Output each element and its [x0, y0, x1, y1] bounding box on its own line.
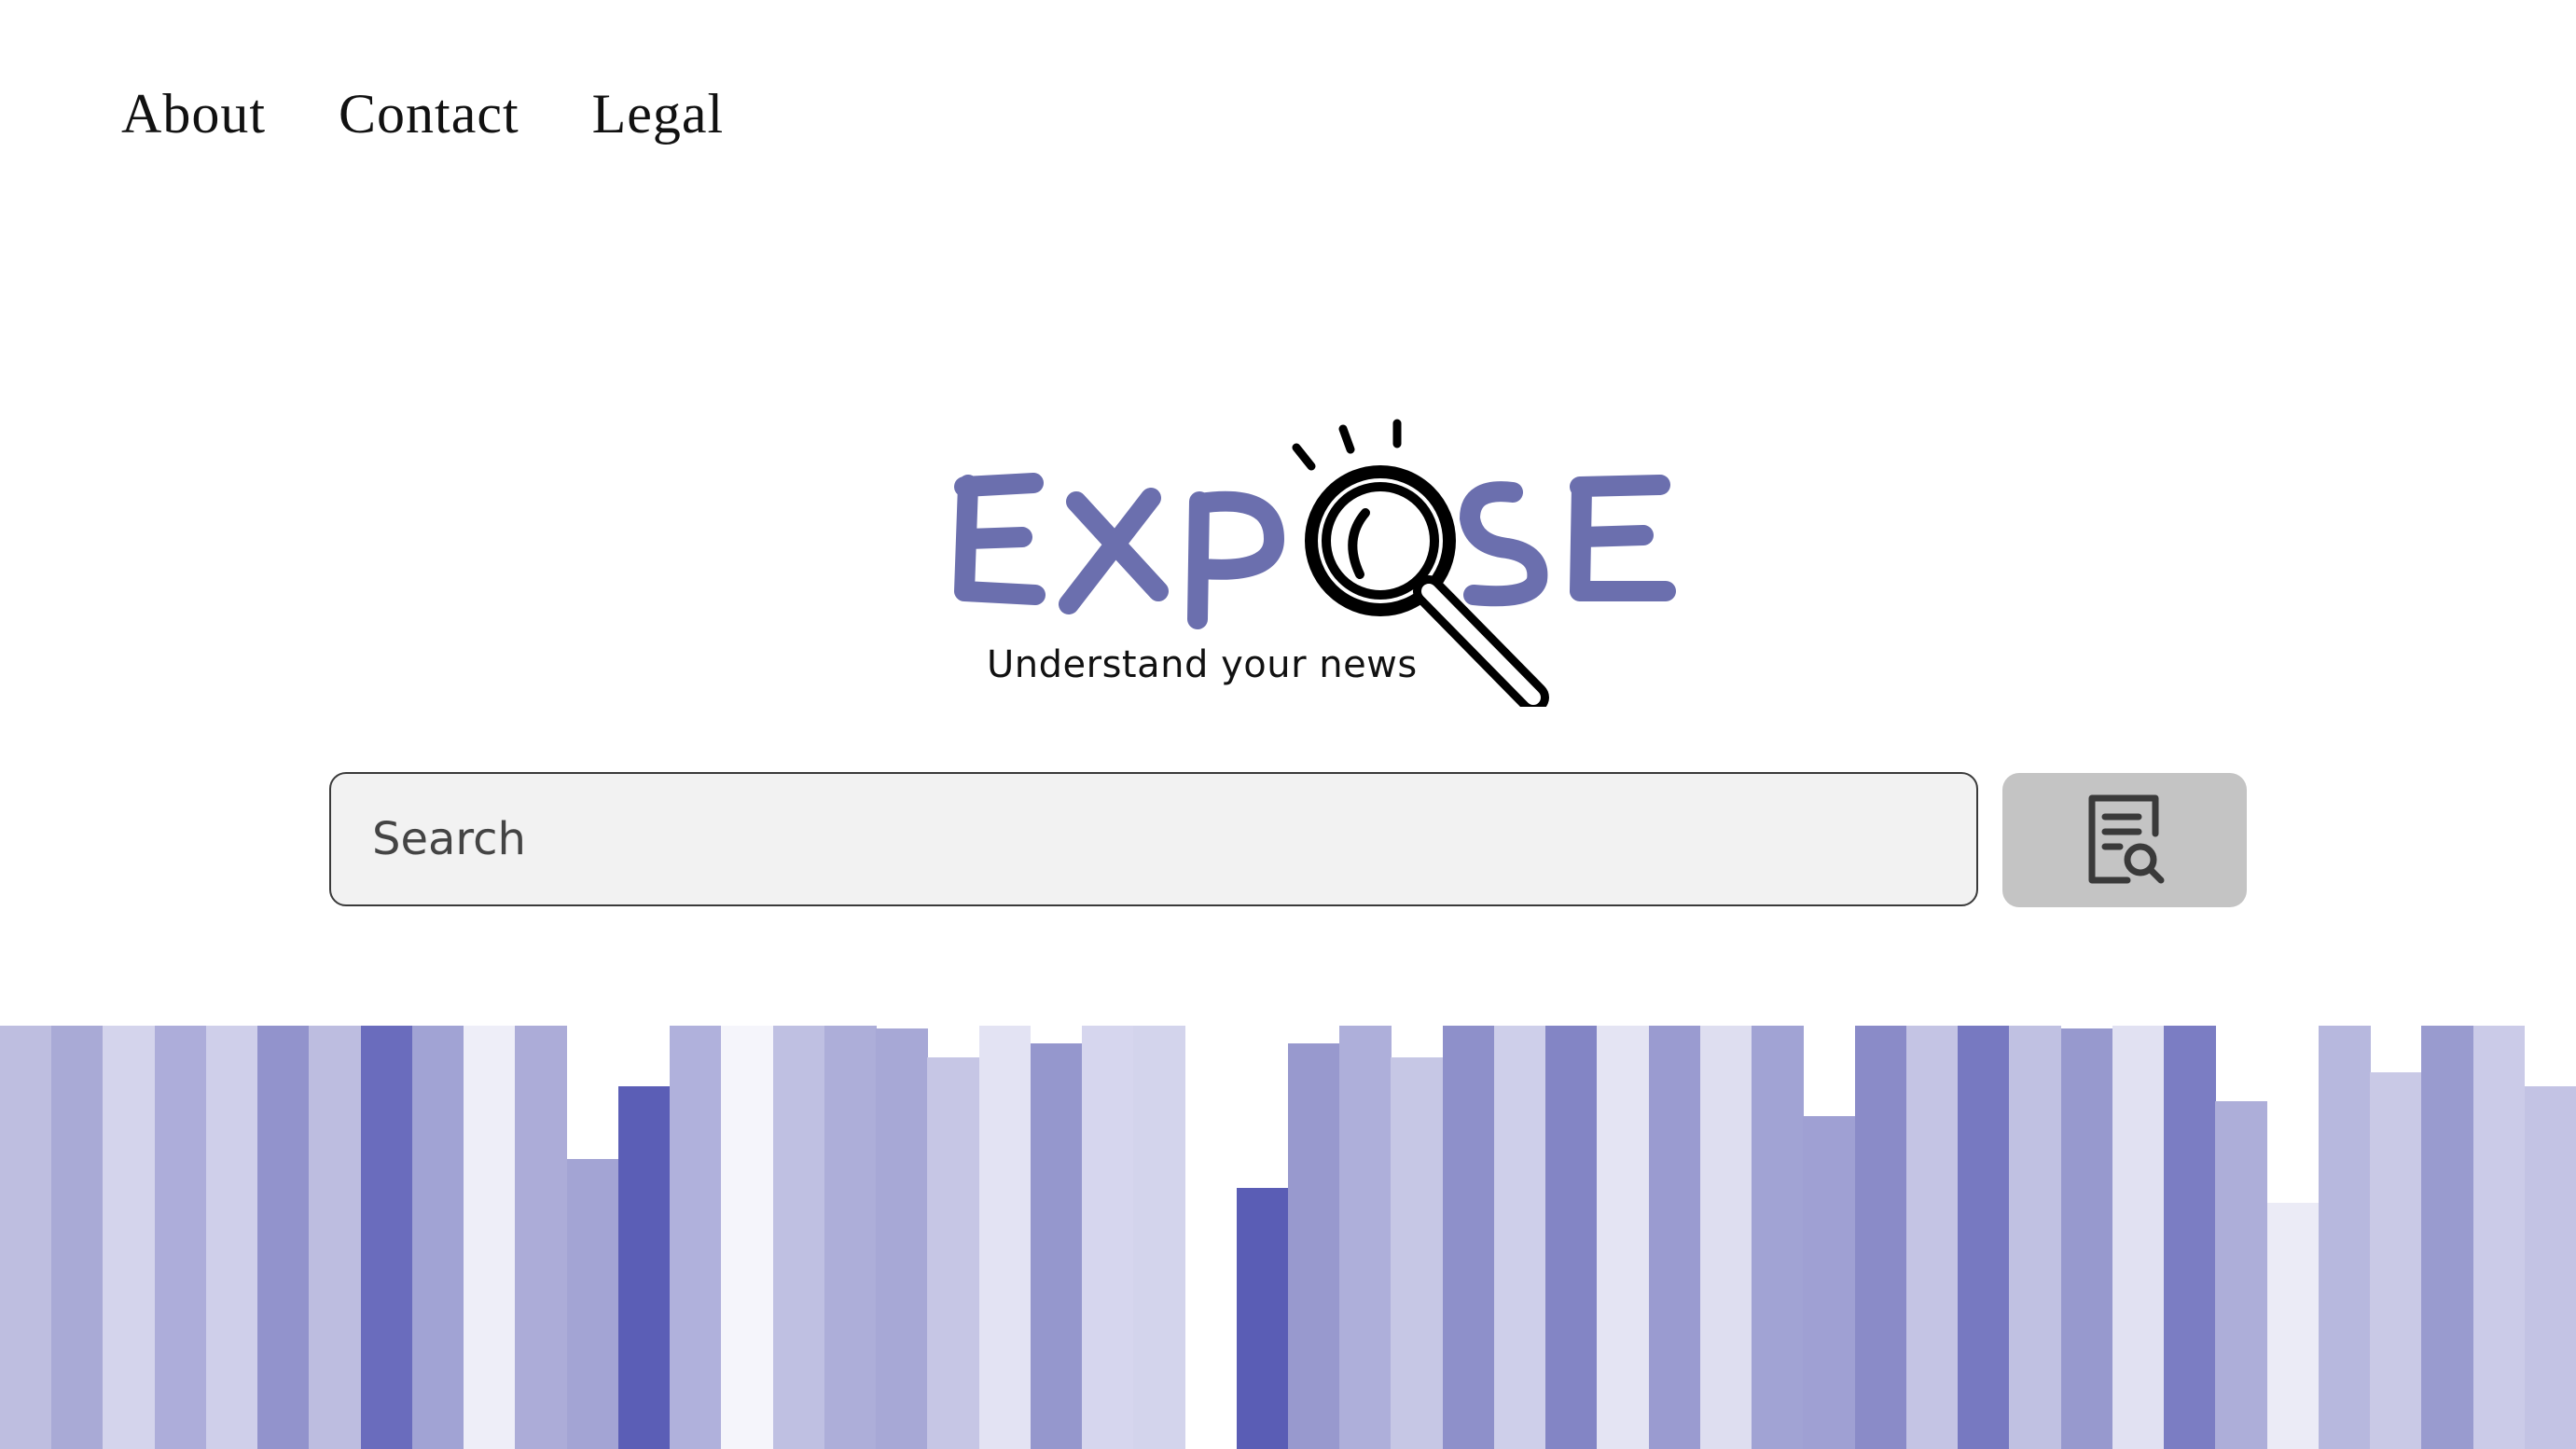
skyline-bar — [464, 1026, 516, 1449]
skyline-bar — [103, 1026, 156, 1449]
nav-link-legal[interactable]: Legal — [592, 86, 725, 142]
skyline-bar — [1133, 1026, 1185, 1449]
skyline-bar — [2421, 1026, 2473, 1449]
skyline-bar — [309, 1026, 362, 1449]
skyline-bar — [2370, 1072, 2422, 1449]
top-nav: About Contact Legal — [121, 86, 724, 142]
skyline-bar — [2472, 1026, 2526, 1449]
skyline-bar — [978, 1026, 1032, 1449]
skyline-bar — [1082, 1026, 1134, 1449]
skyline-bar — [876, 1028, 928, 1449]
skyline-bar — [1030, 1043, 1083, 1449]
decorative-bar-skyline — [0, 1026, 2576, 1449]
skyline-bar — [2112, 1026, 2165, 1449]
skyline-bar — [1493, 1026, 1546, 1449]
skyline-bar — [772, 1026, 825, 1449]
search-button[interactable] — [2002, 773, 2247, 907]
skyline-bar — [360, 1026, 413, 1449]
search-input[interactable] — [329, 772, 1978, 906]
nav-link-about[interactable]: About — [121, 86, 266, 142]
skyline-bar — [1236, 1188, 1289, 1449]
skyline-bar — [2524, 1086, 2576, 1449]
skyline-bar — [1958, 1026, 2010, 1449]
skyline-bar — [617, 1086, 671, 1449]
skyline-bar — [1648, 1026, 1701, 1449]
skyline-bar — [1545, 1026, 1598, 1449]
document-search-icon — [2083, 793, 2167, 889]
skyline-bar — [2009, 1026, 2062, 1449]
skyline-bar — [2215, 1101, 2268, 1449]
skyline-bar — [1597, 1026, 1650, 1449]
skyline-bar — [2318, 1026, 2371, 1449]
skyline-bar — [257, 1026, 310, 1449]
skyline-bar — [1803, 1116, 1856, 1449]
logo-tagline: Understand your news — [987, 643, 1418, 686]
skyline-bar — [154, 1026, 207, 1449]
skyline-bar — [824, 1026, 877, 1449]
skyline-bar — [927, 1057, 980, 1449]
expose-logo: Understand your news — [951, 408, 1697, 707]
skyline-bar — [205, 1026, 258, 1449]
skyline-bar — [411, 1026, 464, 1449]
skyline-bar — [1699, 1026, 1752, 1449]
skyline-bar — [2060, 1028, 2113, 1449]
skyline-bar — [721, 1026, 774, 1449]
skyline-bar — [2266, 1203, 2320, 1449]
skyline-bar — [1288, 1043, 1340, 1449]
skyline-bar — [566, 1159, 619, 1449]
skyline-bar — [515, 1026, 568, 1449]
skyline-bar — [2164, 1026, 2216, 1449]
skyline-bar — [1905, 1026, 1959, 1449]
skyline-bar — [1339, 1026, 1392, 1449]
skyline-bar — [51, 1026, 104, 1449]
skyline-bar — [670, 1026, 722, 1449]
skyline-bar — [1391, 1057, 1444, 1449]
skyline-bar — [0, 1026, 52, 1449]
skyline-bar — [1442, 1026, 1495, 1449]
nav-link-contact[interactable]: Contact — [339, 86, 519, 142]
skyline-bar — [1854, 1026, 1907, 1449]
skyline-bar — [1752, 1026, 1804, 1449]
